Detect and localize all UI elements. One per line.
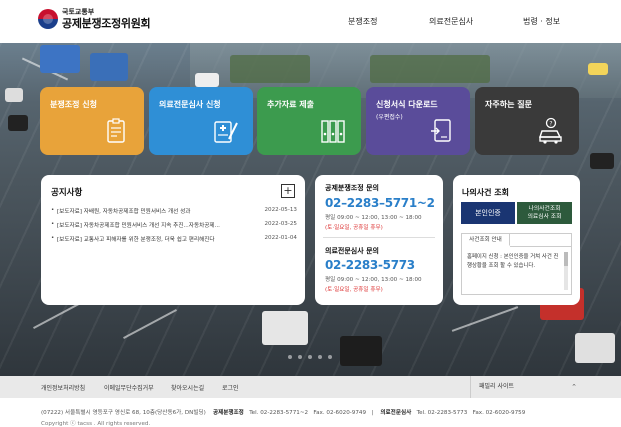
case-lookup-guide-text: 홈페이지 신청 : 본인인증을 거쳐 사건 진행상황을 조회 할 수 있습니다. xyxy=(467,254,559,269)
family-site-select[interactable]: 패밀리 사이트 ⌃ xyxy=(470,376,583,398)
medical-contact-hours: 평일 09:00 ~ 12:00, 13:00 ~ 18:00 xyxy=(325,277,422,283)
medical-document-icon xyxy=(214,121,238,143)
tile-medical-apply[interactable]: 의료전문심사 신청 xyxy=(149,87,253,155)
tile-additional-docs[interactable]: 추가자료 제출 xyxy=(257,87,361,155)
footer-address: (07222) 서울특별시 영등포구 영신로 68, 10층(당산동6가, DN… xyxy=(41,410,206,416)
contact-panel: 공제분쟁조정 문의 02–2283–5771~2 평일 09:00 ~ 12:0… xyxy=(315,175,443,305)
notice-item[interactable]: • [보도자료] 자배원, 자동차공제조합 민원서비스 개선 성과 2022-0… xyxy=(51,207,297,217)
tile-label: 자주하는 질문 xyxy=(485,100,532,109)
footer-link-directions[interactable]: 찾아오시는길 xyxy=(171,383,204,392)
case-lookup-info-box: 사건조회 안내 홈페이지 신청 : 본인인증을 거쳐 사건 진행상황을 조회 할… xyxy=(461,233,572,295)
medical-contact-phone[interactable]: 02-2283-5773 xyxy=(325,258,415,272)
tile-faq[interactable]: 자주하는 질문 ? xyxy=(475,87,579,155)
tile-label: 분쟁조정 신청 xyxy=(50,100,97,109)
notice-panel: 공지사항 + • [보도자료] 자배원, 자동차공제조합 민원서비스 개선 성과… xyxy=(41,175,305,305)
case-lookup-button[interactable]: 나의사건조회 의료심사 조회 xyxy=(517,202,572,224)
tile-sublabel: (우편접수) xyxy=(376,114,403,121)
pagination-dot[interactable] xyxy=(308,355,312,359)
more-plus-icon[interactable]: + xyxy=(281,184,295,198)
footer-dispute-fax: Fax. 02-6020-9749 xyxy=(313,410,367,416)
download-document-icon xyxy=(431,119,451,142)
nav-item-dispute[interactable]: 분쟁조정 xyxy=(348,16,377,27)
footer-address-line: (07222) 서울특별시 영등포구 영신로 68, 10층(당산동6가, DN… xyxy=(41,410,526,416)
pagination-dot[interactable] xyxy=(288,355,292,359)
tab-case-lookup-guide[interactable]: 사건조회 안내 xyxy=(462,234,510,246)
notice-item-date: 2022-03-25 xyxy=(264,221,297,227)
car-question-icon: ? xyxy=(539,117,562,144)
case-lookup-button-line2: 의료심사 조회 xyxy=(527,214,562,220)
site-logo[interactable]: 국토교통부 공제분쟁조정위원회 xyxy=(38,8,151,30)
family-site-label: 패밀리 사이트 xyxy=(479,383,515,390)
footer-link-email-policy[interactable]: 이메일무단수집거부 xyxy=(104,383,154,392)
footer-link-privacy[interactable]: 개인정보처리방침 xyxy=(41,383,85,392)
notice-item-title: [보도자료] 자동차공제조합 민원서비스 개선 지속 추진...자동차공제... xyxy=(57,223,220,229)
identity-verify-button[interactable]: 본인인증 xyxy=(461,202,515,224)
chevron-up-icon: ⌃ xyxy=(571,383,577,391)
case-lookup-button-line1: 나의사건조회 xyxy=(528,206,561,212)
footer-nav: 개인정보처리방침 이메일무단수집거부 찾아오시는길 로그인 패밀리 사이트 ⌃ xyxy=(0,376,621,398)
footer-dispute-tel: Tel. 02-2283-5771~2 xyxy=(249,410,309,416)
case-lookup-title: 나의사건 조회 xyxy=(462,188,509,197)
dispute-contact-title: 공제분쟁조정 문의 xyxy=(325,184,379,192)
dispute-contact-hours: 평일 09:00 ~ 12:00, 13:00 ~ 18:00 xyxy=(325,215,422,221)
guide-scrollbar[interactable] xyxy=(564,252,568,290)
divider xyxy=(323,237,435,238)
clipboard-form-icon xyxy=(107,118,125,143)
binders-icon xyxy=(321,120,345,143)
notice-item-date: 2022-05-13 xyxy=(264,207,297,213)
nav-item-law[interactable]: 법령 · 정보 xyxy=(523,16,560,27)
dispute-contact-phone[interactable]: 02–2283–5771~2 xyxy=(325,196,435,210)
footer-link-login[interactable]: 로그인 xyxy=(222,383,239,392)
tile-label: 신청서식 다운로드 xyxy=(376,100,438,109)
notice-item-title: [보도자료] 교통사고 피해자를 위한 분쟁조정, 더욱 쉽고 편리해진다 xyxy=(57,237,215,243)
nav-item-medical[interactable]: 의료전문심사 xyxy=(429,16,473,27)
footer-medical-fax: Fax. 02-6020-9759 xyxy=(472,410,526,416)
svg-text:?: ? xyxy=(549,121,552,128)
footer-medical-tel: Tel. 02-2283-5773 xyxy=(416,410,468,416)
case-lookup-panel: 나의사건 조회 본인인증 나의사건조회 의료심사 조회 사건조회 안내 홈페이지… xyxy=(453,175,580,305)
government-emblem-icon xyxy=(38,9,58,29)
medical-contact-holiday: (토·일요일, 공휴일 휴무) xyxy=(325,287,383,293)
tile-label: 추가자료 제출 xyxy=(267,100,314,109)
pagination-dot[interactable] xyxy=(328,355,332,359)
notice-title: 공지사항 xyxy=(51,188,83,198)
tile-dispute-apply[interactable]: 분쟁조정 신청 xyxy=(40,87,144,155)
footer-dispute-label: 공제분쟁조정 xyxy=(212,410,244,416)
org-parent: 국토교통부 xyxy=(62,8,95,16)
footer-medical-label: 의료전문심사 xyxy=(380,410,412,416)
dispute-contact-holiday: (토·일요일, 공휴일 휴무) xyxy=(325,225,383,231)
pagination-dot[interactable] xyxy=(298,355,302,359)
notice-item[interactable]: • [보도자료] 자동차공제조합 민원서비스 개선 지속 추진...자동차공제.… xyxy=(51,221,297,231)
site-header: 국토교통부 공제분쟁조정위원회 분쟁조정 의료전문심사 법령 · 정보 xyxy=(0,0,621,43)
notice-item-date: 2022-01-04 xyxy=(264,235,297,241)
tile-form-download[interactable]: 신청서식 다운로드 (우편접수) xyxy=(366,87,470,155)
tile-label: 의료전문심사 신청 xyxy=(159,100,221,109)
footer-copyright: Copyright ⓒ tacss . All rights reserved. xyxy=(41,421,151,427)
org-name: 공제분쟁조정위원회 xyxy=(62,17,151,30)
medical-contact-title: 의료전문심사 문의 xyxy=(325,247,379,255)
notice-item-title: [보도자료] 자배원, 자동차공제조합 민원서비스 개선 성과 xyxy=(57,209,191,215)
hero-pagination[interactable] xyxy=(288,355,332,359)
notice-item[interactable]: • [보도자료] 교통사고 피해자를 위한 분쟁조정, 더욱 쉽고 편리해진다 … xyxy=(51,235,297,245)
pagination-dot[interactable] xyxy=(318,355,322,359)
